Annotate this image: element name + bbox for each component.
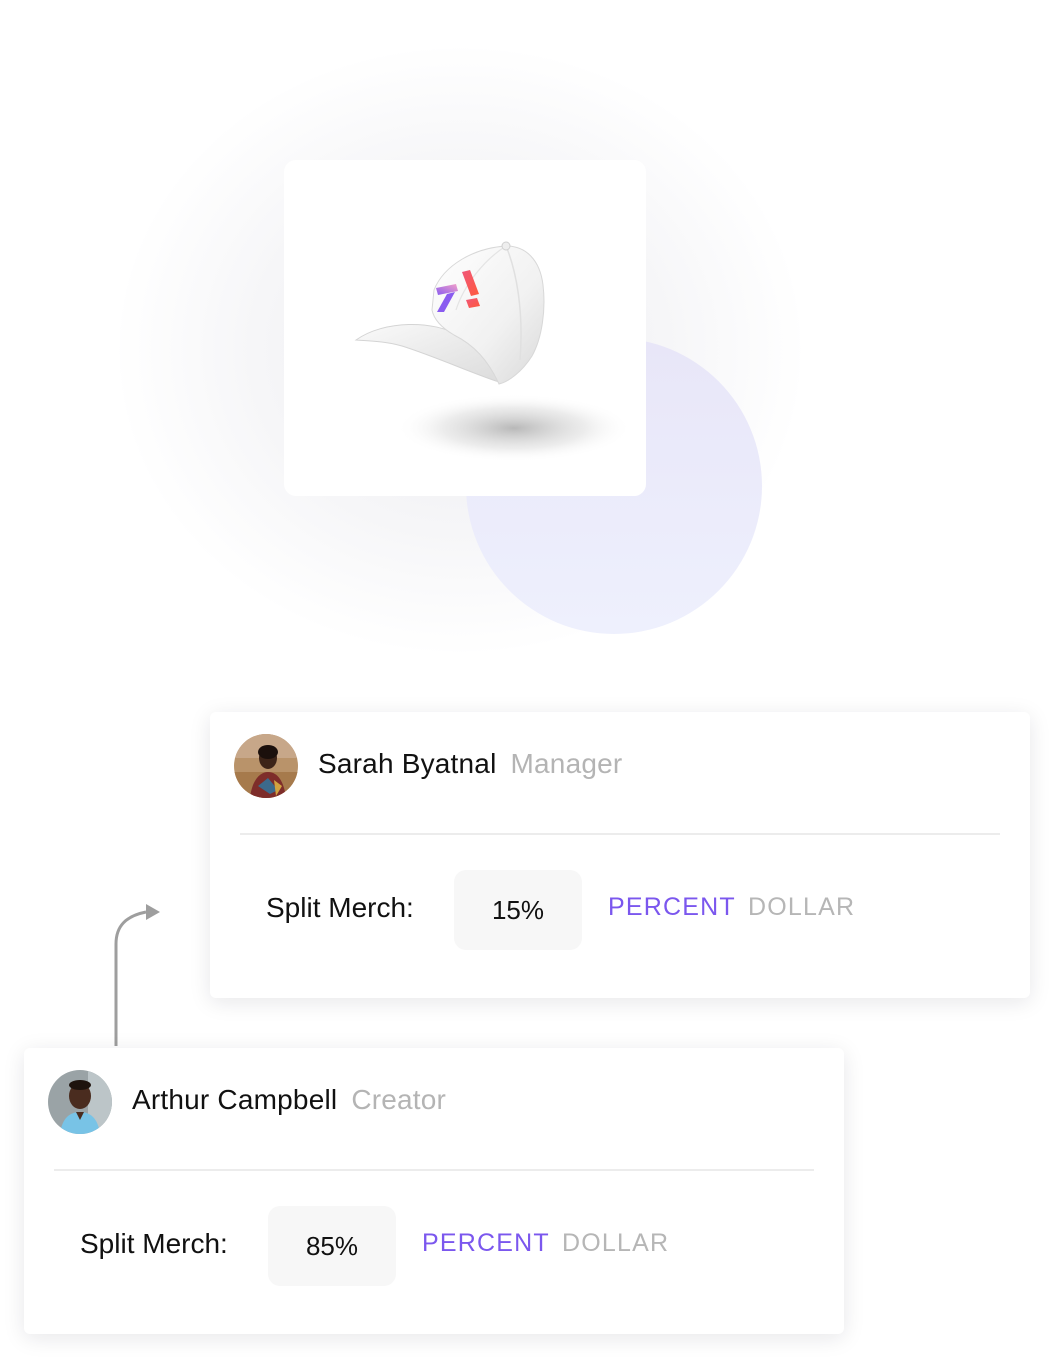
- percent-toggle[interactable]: PERCENT: [608, 893, 736, 922]
- person-role: Creator: [351, 1084, 447, 1115]
- cap-image: [354, 241, 632, 462]
- person-name: Sarah Byatnal Manager: [318, 748, 622, 780]
- split-merch-label: Split Merch:: [266, 892, 414, 923]
- person-name: Arthur Campbell Creator: [132, 1084, 446, 1116]
- divider: [54, 1169, 814, 1171]
- percent-toggle[interactable]: PERCENT: [422, 1229, 550, 1258]
- split-merch-input[interactable]: 85%: [268, 1206, 396, 1286]
- product-image-card: [284, 160, 646, 496]
- person-role: Manager: [510, 748, 623, 779]
- dollar-toggle[interactable]: DOLLAR: [748, 893, 855, 922]
- split-merch-label: Split Merch:: [80, 1228, 228, 1259]
- dollar-toggle[interactable]: DOLLAR: [562, 1229, 669, 1258]
- person-name-text: Arthur Campbell: [132, 1084, 338, 1115]
- connector-arrow-icon: [114, 904, 160, 1046]
- split-card-creator: Arthur Campbell Creator Split Merch: 85% …: [24, 1048, 844, 1334]
- avatar: [48, 1070, 112, 1134]
- split-card-manager: Sarah Byatnal Manager Split Merch: 15% PE…: [210, 712, 1030, 998]
- split-merch-input[interactable]: 15%: [454, 870, 582, 950]
- divider: [240, 833, 1000, 835]
- avatar: [234, 734, 298, 798]
- person-name-text: Sarah Byatnal: [318, 748, 497, 779]
